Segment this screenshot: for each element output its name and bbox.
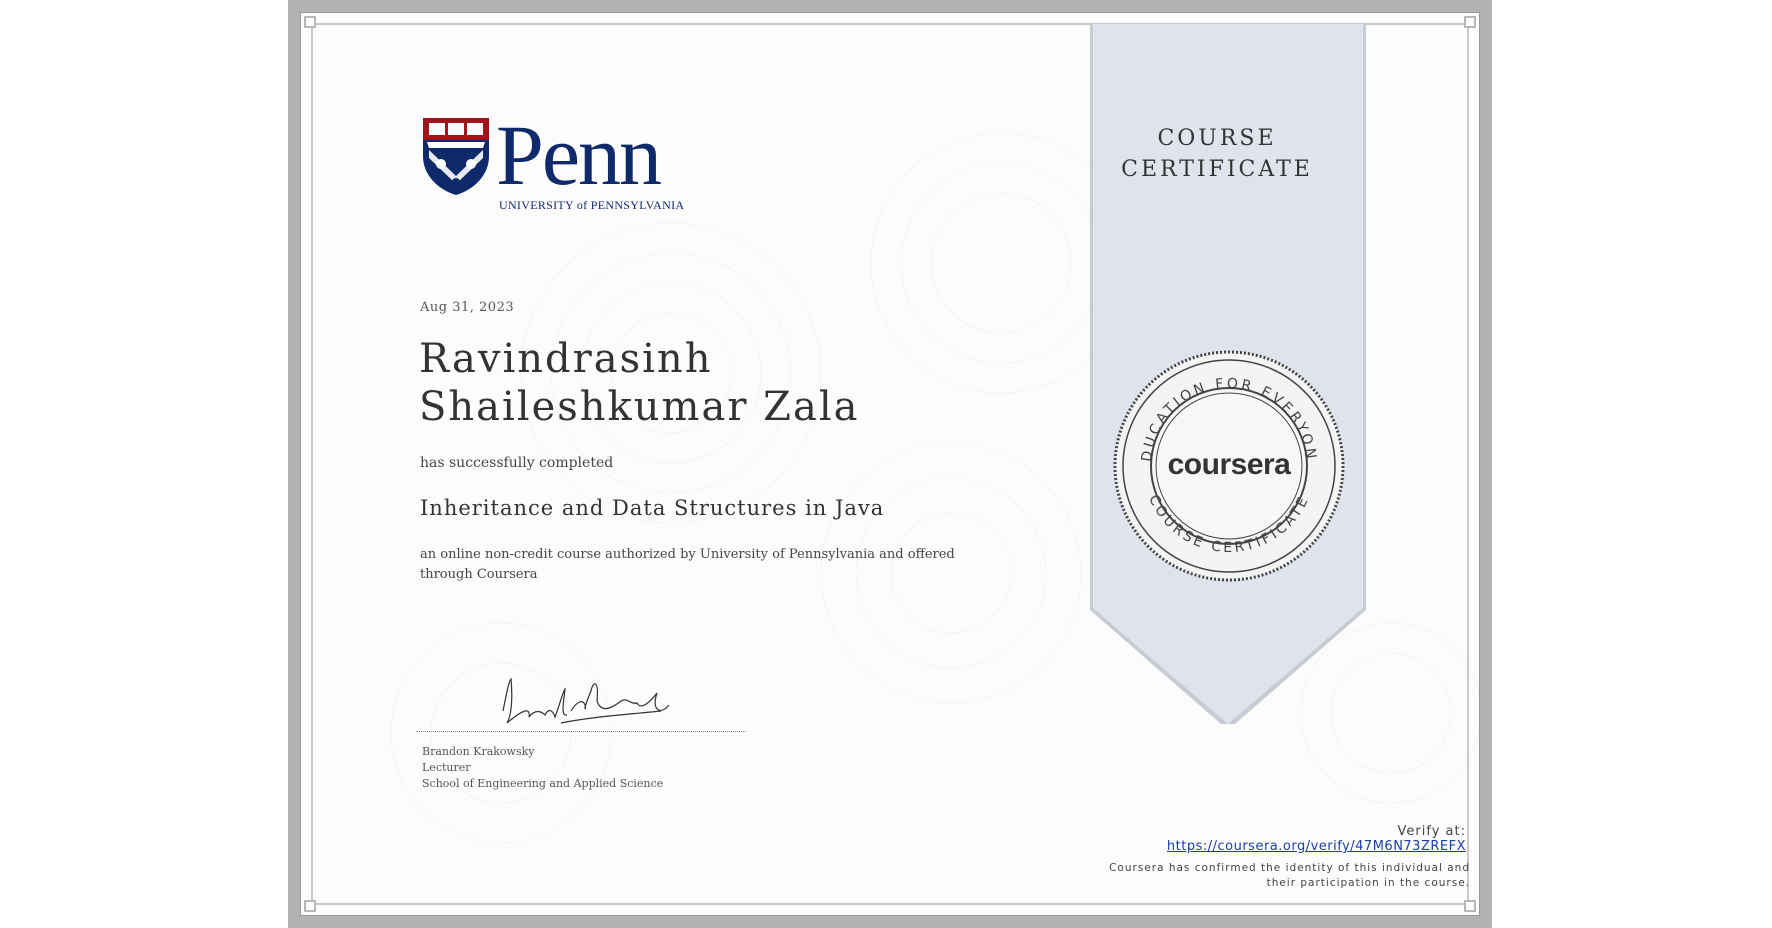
penn-subtitle: UNIVERSITY of PENNSYLVANIA bbox=[499, 198, 685, 212]
verify-note: Coursera has confirmed the identity of t… bbox=[1101, 861, 1470, 891]
signature-image bbox=[502, 677, 670, 724]
seal-wordmark: coursera bbox=[1167, 448, 1291, 481]
corner-ornament bbox=[1464, 900, 1476, 912]
verify-label: Verify at: bbox=[1397, 824, 1466, 839]
signer-school: School of Engineering and Applied Scienc… bbox=[422, 777, 664, 790]
ribbon-title-line1: COURSE bbox=[1157, 126, 1277, 151]
recipient-name: Ravindrasinh Shaileshkumar Zala bbox=[419, 336, 860, 430]
certificate-frame: Penn UNIVERSITY of PENNSYLVANIA Aug 31, … bbox=[288, 0, 1492, 928]
issue-date: Aug 31, 2023 bbox=[420, 300, 515, 315]
signature-line bbox=[416, 731, 746, 732]
verify-note-line2: their participation in the course. bbox=[1266, 877, 1470, 889]
corner-ornament bbox=[1464, 16, 1476, 28]
corner-ornament bbox=[304, 16, 316, 28]
penn-shield-icon bbox=[423, 118, 489, 195]
completion-text: has successfully completed bbox=[420, 455, 614, 471]
penn-logo: Penn UNIVERSITY of PENNSYLVANIA bbox=[421, 112, 684, 212]
penn-wordmark: Penn bbox=[496, 107, 662, 203]
signer-name: Brandon Krakowsky bbox=[422, 745, 535, 758]
corner-ornament bbox=[304, 900, 316, 912]
signer-title: Lecturer bbox=[422, 761, 471, 774]
course-description: an online non-credit course authorized b… bbox=[420, 547, 955, 582]
course-title: Inheritance and Data Structures in Java bbox=[420, 496, 885, 520]
ribbon-title-line2: CERTIFICATE bbox=[1121, 157, 1313, 182]
verify-link[interactable]: https://coursera.org/verify/47M6N73ZREFX bbox=[1101, 839, 1466, 854]
ribbon-title: COURSE CERTIFICATE bbox=[1088, 123, 1346, 185]
verify-note-line1: Coursera has confirmed the identity of t… bbox=[1109, 862, 1470, 874]
certificate-paper: Penn UNIVERSITY of PENNSYLVANIA Aug 31, … bbox=[300, 12, 1480, 916]
coursera-seal: EDUCATION FOR EVERYONE COURSE CERTIFICAT… bbox=[1113, 350, 1345, 582]
